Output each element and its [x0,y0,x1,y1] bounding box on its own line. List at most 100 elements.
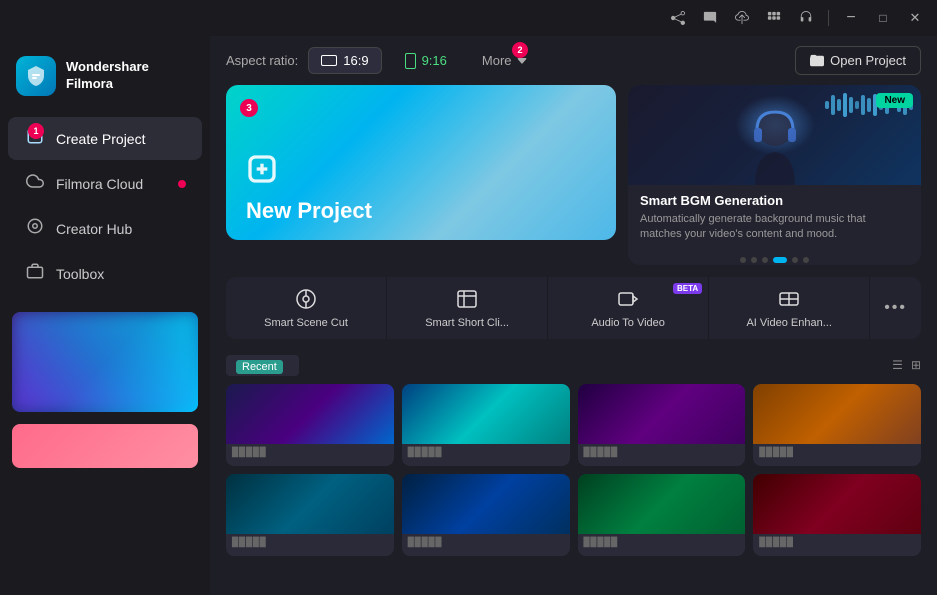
sidebar-label-create: Create Project [56,131,145,147]
close-button[interactable]: ✕ [901,4,929,32]
thumb-inner-2 [402,384,570,444]
thumbnail-2[interactable]: ▉▉▉▉▉ [402,384,570,466]
thumbnail-4[interactable]: ▉▉▉▉▉ [753,384,921,466]
thumbnail-3[interactable]: ▉▉▉▉▉ [578,384,746,466]
thumbnail-6[interactable]: ▉▉▉▉▉ [402,474,570,556]
thumbnail-5[interactable]: ▉▉▉▉▉ [226,474,394,556]
smart-scene-cut-icon [294,287,318,311]
ai-tool-ai-video-enhance[interactable]: AI Video Enhan... [709,277,870,339]
bgm-card-image: New [628,85,921,185]
aspect-916-icon [405,53,416,69]
new-project-plus-icon [246,153,596,192]
list-view-icon[interactable]: ☰ [892,358,903,372]
share-icon[interactable] [664,4,692,32]
bgm-card-body: Smart BGM Generation Automatically gener… [628,185,921,253]
thumb-label-7: ▉▉▉▉▉ [578,534,746,551]
ai-tools-row: Smart Scene Cut Smart Short Cli... BETA … [210,277,937,351]
message-icon[interactable] [696,4,724,32]
thumb-inner-8 [753,474,921,534]
thumb-label-3: ▉▉▉▉▉ [578,444,746,461]
grid-view-icon[interactable]: ⊞ [911,358,921,372]
smart-scene-cut-label: Smart Scene Cut [264,317,348,329]
dot-1[interactable] [740,257,746,263]
recent-thumbnails-row1: ▉▉▉▉▉ ▉▉▉▉▉ ▉▉▉▉▉ ▉▉▉▉▉ [210,384,937,466]
dot-5[interactable] [792,257,798,263]
sidebar-item-creator-hub[interactable]: Creator Hub [8,207,202,250]
titlebar: − □ ✕ [0,0,937,36]
thumb-label-5: ▉▉▉▉▉ [226,534,394,551]
recent-label: Recent [226,355,299,376]
thumbnail-1[interactable]: ▉▉▉▉▉ [226,384,394,466]
more-icon: ••• [884,299,907,317]
audio-to-video-icon [616,287,640,311]
dot-6[interactable] [803,257,809,263]
bgm-card[interactable]: New Smart BGM Generation Automatically g… [628,85,921,265]
dot-3[interactable] [762,257,768,263]
cards-row: 3 New Project [210,85,937,277]
windows-icon[interactable] [760,4,788,32]
open-project-button[interactable]: Open Project [795,46,921,75]
thumb-inner-6 [402,474,570,534]
beta-badge: BETA [673,283,702,294]
thumb-inner-3 [578,384,746,444]
aspect-916-button[interactable]: 9:16 [392,47,460,75]
smart-short-clip-label: Smart Short Cli... [425,317,509,329]
aspect-169-button[interactable]: 16:9 [308,47,381,74]
main-layout: Wondershare Filmora 1 Create Project Fil… [0,36,937,595]
titlebar-divider [828,10,829,26]
sidebar-label-toolbox: Toolbox [56,266,104,282]
more-aspect-button[interactable]: More [470,48,540,73]
dot-2[interactable] [751,257,757,263]
sidebar-thumbnail-2[interactable] [12,424,198,468]
app-logo-icon [16,56,56,96]
sidebar-thumbnail-1[interactable] [12,312,198,412]
thumb-inner-7 [578,474,746,534]
sidebar-label-creator: Creator Hub [56,221,132,237]
person-silhouette [730,100,820,185]
cloud-upload-icon[interactable] [728,4,756,32]
thumb-label-6: ▉▉▉▉▉ [402,534,570,551]
sidebar-item-toolbox[interactable]: Toolbox [8,252,202,295]
logo-text: Wondershare Filmora [66,59,149,93]
sidebar-item-create-project[interactable]: 1 Create Project [8,117,202,160]
ai-tools-more-button[interactable]: ••• [870,277,921,339]
sidebar-item-filmora-cloud[interactable]: Filmora Cloud [8,162,202,205]
badge-1: 1 [28,123,44,139]
ai-tool-smart-scene-cut[interactable]: Smart Scene Cut [226,277,387,339]
toolbox-icon [24,262,46,285]
content-area: Aspect ratio: 2 16:9 9:16 More Open Proj… [210,36,937,595]
maximize-button[interactable]: □ [869,4,897,32]
thumb-inner-5 [226,474,394,534]
sidebar-label-cloud: Filmora Cloud [56,176,143,192]
badge-2: 2 [512,42,528,58]
new-project-title: New Project [246,198,596,224]
aspect-169-icon [321,55,337,66]
new-project-card[interactable]: 3 New Project [226,85,616,240]
thumb-label-2: ▉▉▉▉▉ [402,444,570,461]
bgm-description: Automatically generate background music … [640,212,909,243]
ai-tool-smart-short-clip[interactable]: Smart Short Cli... [387,277,548,339]
bgm-carousel-dots [628,253,921,265]
ai-tool-audio-to-video[interactable]: BETA Audio To Video [548,277,709,339]
minimize-button[interactable]: − [837,4,865,32]
sidebar: Wondershare Filmora 1 Create Project Fil… [0,36,210,595]
thumb-label-4: ▉▉▉▉▉ [753,444,921,461]
creator-hub-icon [24,217,46,240]
section-label-row: Recent ☰ ⊞ [210,351,937,384]
thumb-label-8: ▉▉▉▉▉ [753,534,921,551]
thumb-blur [12,312,198,412]
dot-4[interactable] [773,257,787,263]
cloud-icon [24,172,46,195]
thumb-label-1: ▉▉▉▉▉ [226,444,394,461]
headset-icon[interactable] [792,4,820,32]
section-actions: ☰ ⊞ [892,358,921,372]
thumb-inner-1 [226,384,394,444]
badge-3: 3 [240,99,258,117]
thumbnail-8[interactable]: ▉▉▉▉▉ [753,474,921,556]
bgm-new-badge: New [876,93,913,108]
bgm-title: Smart BGM Generation [640,193,909,208]
thumbnail-7[interactable]: ▉▉▉▉▉ [578,474,746,556]
smart-short-clip-icon [455,287,479,311]
ai-video-enhance-icon [777,287,801,311]
thumb-inner-4 [753,384,921,444]
